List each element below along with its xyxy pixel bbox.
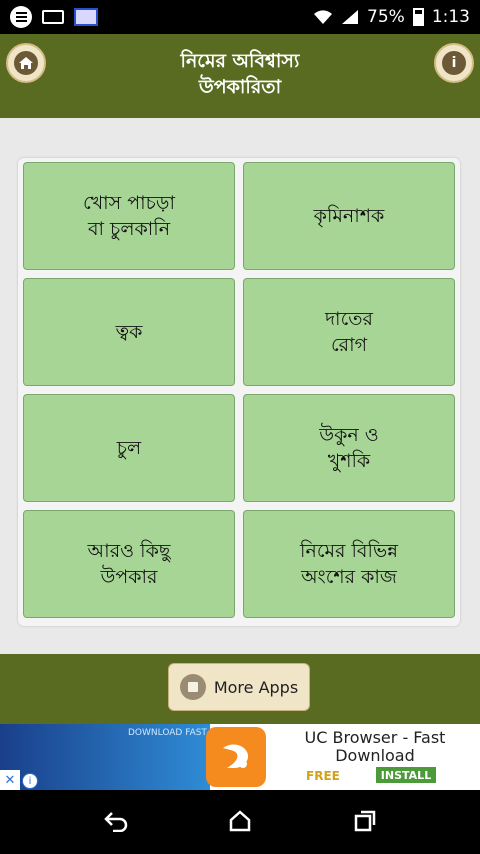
more-apps-label: More Apps xyxy=(213,677,299,697)
menu-card: খোস পাচড়া বা চুলকানি কৃমিনাশক ত্বক দাতে… xyxy=(18,158,460,626)
tile-itching[interactable]: খোস পাচড়া বা চুলকানি xyxy=(23,162,235,270)
wifi-icon xyxy=(314,10,333,24)
nav-home-icon xyxy=(229,810,251,832)
tile-lice-dandruff[interactable]: উকুন ও খুশকি xyxy=(243,394,455,502)
battery-icon xyxy=(412,8,424,26)
tile-dental[interactable]: দাতের রোগ xyxy=(243,278,455,386)
page-title: নিমের অবিশ্বাস্য উপকারিতা xyxy=(180,50,300,98)
notification-icon xyxy=(10,6,32,28)
back-button[interactable] xyxy=(101,806,131,836)
info-button[interactable]: i xyxy=(434,43,474,83)
ad-price: FREE xyxy=(306,769,340,783)
keyboard-icon xyxy=(42,10,64,24)
more-apps-button[interactable]: More Apps xyxy=(168,663,310,711)
clock: 1:13 xyxy=(431,7,470,27)
ad-close-icon[interactable]: ✕ xyxy=(0,770,20,790)
home-icon xyxy=(14,51,38,75)
ad-install-button[interactable]: INSTALL xyxy=(376,767,436,783)
status-bar: 75% 1:13 xyxy=(0,0,480,34)
back-icon xyxy=(104,812,128,832)
home-button[interactable] xyxy=(6,43,46,83)
ad-image-text: DOWNLOAD FAST xyxy=(128,728,207,738)
ad-title[interactable]: UC Browser - Fast Download xyxy=(290,729,460,765)
uc-browser-logo[interactable] xyxy=(206,727,266,787)
tile-hair[interactable]: চুল xyxy=(23,394,235,502)
app-header: নিমের অবিশ্বাস্য উপকারিতা i xyxy=(0,34,480,118)
tile-deworming[interactable]: কৃমিনাশক xyxy=(243,162,455,270)
app-notification-icon xyxy=(74,8,98,26)
recents-icon xyxy=(354,810,376,832)
tile-neem-parts[interactable]: নিমের বিভিন্ন অংশের কাজ xyxy=(243,510,455,618)
nav-home-button[interactable] xyxy=(225,806,255,836)
shopping-bag-icon xyxy=(179,674,206,700)
info-icon: i xyxy=(442,51,466,75)
bottom-bar: More Apps xyxy=(0,654,480,724)
tile-skin[interactable]: ত্বক xyxy=(23,278,235,386)
recents-button[interactable] xyxy=(350,806,380,836)
tile-more-benefits[interactable]: আরও কিছু উপকার xyxy=(23,510,235,618)
ad-banner[interactable]: DOWNLOAD FAST ✕ i UC Browser - Fast Down… xyxy=(0,724,480,790)
ad-info-icon[interactable]: i xyxy=(22,773,38,789)
signal-icon xyxy=(342,10,359,24)
battery-percent: 75% xyxy=(367,7,405,27)
system-nav-bar xyxy=(0,790,480,854)
